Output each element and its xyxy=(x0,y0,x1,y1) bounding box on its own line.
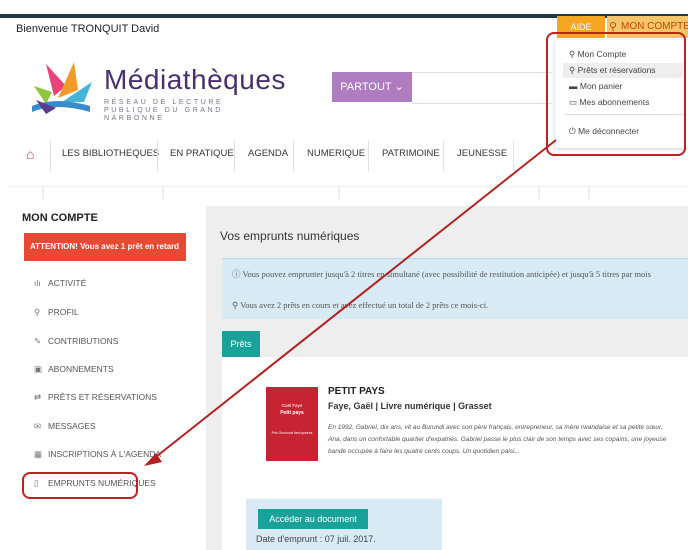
sidebar-item-agenda[interactable]: ▦ INSCRIPTIONS À L'AGENDA xyxy=(34,449,161,460)
welcome-text: Bienvenue TRONQUIT David xyxy=(16,23,160,35)
home-icon[interactable]: ⌂ xyxy=(26,146,34,162)
strip-mark xyxy=(588,187,590,199)
sidebar-item-contributions[interactable]: ✎ CONTRIBUTIONS xyxy=(34,336,118,347)
highlight-emprunts-numeriques xyxy=(22,472,138,499)
access-panel: Accéder au document Date d'emprunt : 07 … xyxy=(246,499,442,550)
pencil-icon: ✎ xyxy=(34,336,42,346)
brand-name: Médiathèques xyxy=(104,64,286,95)
nav-item-en-pratique[interactable]: EN PRATIQUE xyxy=(170,148,234,159)
nav-item-numerique[interactable]: NUMERIQUE xyxy=(307,148,365,159)
loan-info-count: ⚲ Vous avez 2 prêts en cours et avez eff… xyxy=(232,300,489,310)
nav-item-jeunesse[interactable]: JEUNESSE xyxy=(457,148,507,159)
nav-item-patrimoine[interactable]: PATRIMOINE xyxy=(382,148,440,159)
mediatheques-logo[interactable] xyxy=(26,56,98,116)
sidebar-item-activite[interactable]: ılı ACTIVITÉ xyxy=(34,278,86,288)
nav-divider xyxy=(443,141,444,171)
page-title: Vos emprunts numériques xyxy=(220,229,360,243)
main-content: Vos emprunts numériques ⓘ Vous pouvez em… xyxy=(206,206,688,550)
activity-icon: ılı xyxy=(34,278,41,288)
strip-mark xyxy=(338,187,340,199)
nav-divider xyxy=(293,141,294,171)
brand-subtitle: RÉSEAU DE LECTURE PUBLIQUE DU GRAND NARB… xyxy=(104,99,224,122)
exchange-icon: ⇄ xyxy=(34,392,42,402)
sidebar-item-messages[interactable]: ✉ MESSAGES xyxy=(34,421,96,432)
overdue-alert[interactable]: ATTENTION! Vous avez 1 prêt en retard xyxy=(24,233,186,261)
book-author-line: Faye, Gaël | Livre numérique | Grasset xyxy=(328,401,492,411)
sidebar-item-abonnements[interactable]: ▣ ABONNEMENTS xyxy=(34,364,114,375)
book-title[interactable]: PETIT PAYS xyxy=(328,386,385,397)
sidebar-item-profil[interactable]: ⚲ PROFIL xyxy=(34,307,79,318)
nav-divider xyxy=(513,141,514,171)
nav-item-agenda[interactable]: AGENDA xyxy=(248,148,288,159)
search-input[interactable] xyxy=(412,72,552,104)
user-icon: ⚲ xyxy=(34,307,41,317)
loan-card: Gaël Faye Petit pays Prix Goncourt des l… xyxy=(222,357,688,550)
loan-info-panel: ⓘ Vous pouvez emprunter jusqu'à 2 titres… xyxy=(222,258,688,319)
nav-divider xyxy=(50,141,51,171)
nav-divider xyxy=(157,141,158,171)
nav-divider xyxy=(234,141,235,171)
highlight-account-menu xyxy=(546,32,686,156)
tab-prets[interactable]: Prêts xyxy=(222,331,260,357)
info-icon: ⓘ xyxy=(232,269,243,279)
strip-mark xyxy=(162,187,164,199)
loan-date: Date d'emprunt : 07 juil. 2017. xyxy=(256,534,376,544)
envelope-icon: ✉ xyxy=(34,421,42,431)
sidebar-title: MON COMPTE xyxy=(22,212,98,224)
user-icon: ⚲ xyxy=(232,300,241,310)
nav-divider xyxy=(368,141,369,171)
cover-author: Gaël Faye xyxy=(281,403,303,408)
search-scope-select[interactable]: PARTOUT ⌄ xyxy=(332,72,412,102)
cover-prize: Prix Goncourt des lycéens xyxy=(271,431,313,435)
account-button-label: MON COMPTE xyxy=(621,21,688,32)
calendar-icon: ▦ xyxy=(34,449,43,459)
subscription-icon: ▣ xyxy=(34,364,43,374)
strip-mark xyxy=(42,187,44,199)
strip-mark xyxy=(538,187,540,199)
decorative-strip xyxy=(8,186,688,201)
book-cover[interactable]: Gaël Faye Petit pays Prix Goncourt des l… xyxy=(266,387,318,461)
access-document-button[interactable]: Accéder au document xyxy=(258,509,368,529)
cover-title: Petit pays xyxy=(280,410,304,416)
book-description: En 1992, Gabriel, dix ans, vit au Burund… xyxy=(328,424,667,455)
sidebar-item-prets[interactable]: ⇄ PRÊTS ET RÉSERVATIONS xyxy=(34,392,157,403)
nav-item-bibliotheques[interactable]: LES BIBLIOTHEQUES xyxy=(62,148,159,159)
loan-info-limits: ⓘ Vous pouvez emprunter jusqu'à 2 titres… xyxy=(232,269,651,279)
